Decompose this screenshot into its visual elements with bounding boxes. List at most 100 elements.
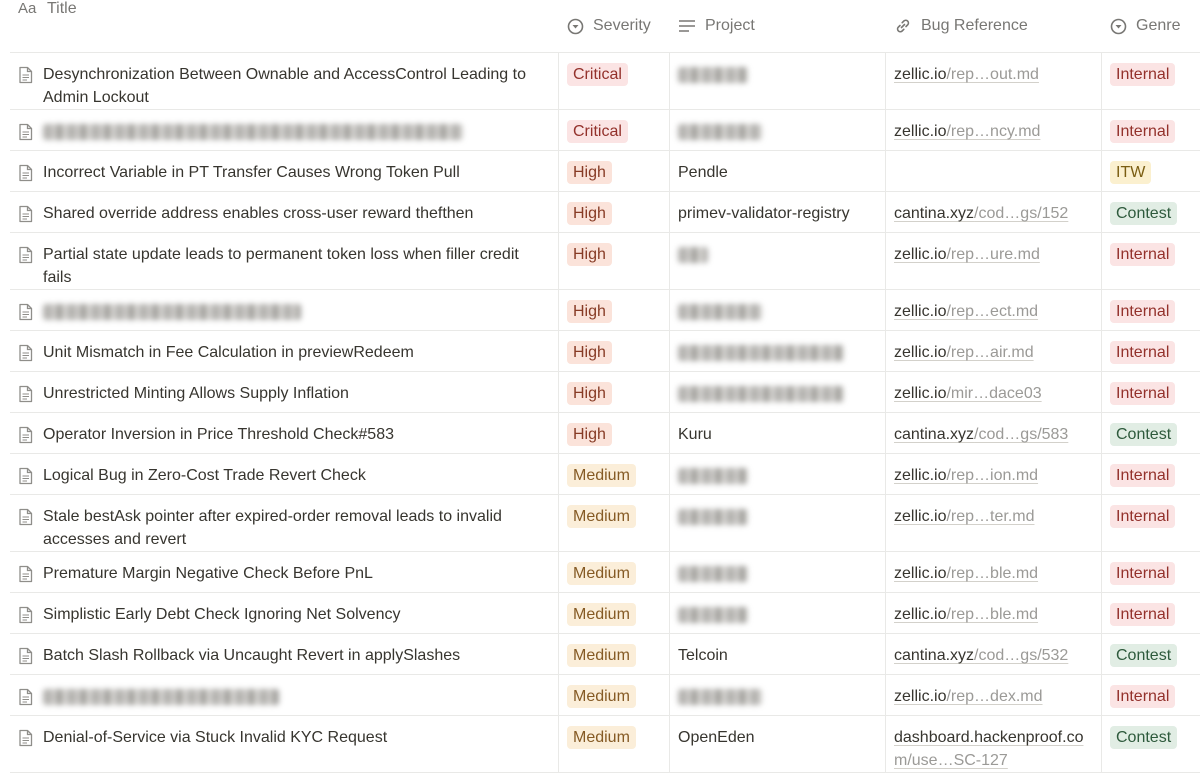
row-title[interactable]: Partial state update leads to permanent … — [43, 243, 550, 289]
bug-reference-cell[interactable]: cantina.xyz/cod…gs/583 — [886, 413, 1102, 453]
column-header-severity[interactable]: Severity — [559, 0, 670, 52]
bug-reference-link[interactable]: zellic.io/rep…ion.md — [894, 467, 1038, 484]
genre-cell[interactable]: ITW — [1102, 151, 1200, 191]
title-cell[interactable]: Unrestricted Minting Allows Supply Infla… — [10, 372, 559, 412]
table-row[interactable]: High zellic.io/rep…ect.md Internal — [10, 290, 1200, 331]
severity-cell[interactable]: Medium — [559, 593, 670, 633]
table-row[interactable]: Logical Bug in Zero-Cost Trade Revert Ch… — [10, 454, 1200, 495]
genre-cell[interactable]: Internal — [1102, 290, 1200, 330]
bug-reference-cell[interactable]: cantina.xyz/cod…gs/532 — [886, 634, 1102, 674]
severity-cell[interactable]: Critical — [559, 110, 670, 150]
row-title[interactable]: Stale bestAsk pointer after expired-orde… — [43, 505, 550, 551]
genre-cell[interactable]: Internal — [1102, 454, 1200, 494]
row-title[interactable]: Desynchronization Between Ownable and Ac… — [43, 63, 550, 109]
genre-cell[interactable]: Internal — [1102, 552, 1200, 592]
row-title[interactable]: Unit Mismatch in Fee Calculation in prev… — [43, 341, 414, 364]
column-header-genre[interactable]: Genre — [1102, 0, 1200, 52]
bug-reference-link[interactable]: zellic.io/rep…ncy.md — [894, 123, 1040, 140]
title-cell[interactable]: Batch Slash Rollback via Uncaught Revert… — [10, 634, 559, 674]
genre-cell[interactable]: Internal — [1102, 110, 1200, 150]
project-cell[interactable]: Kuru — [670, 413, 886, 453]
bug-reference-cell[interactable]: zellic.io/mir…dace03 — [886, 372, 1102, 412]
severity-cell[interactable]: High — [559, 233, 670, 289]
bug-reference-cell[interactable]: zellic.io/rep…ect.md — [886, 290, 1102, 330]
project-cell[interactable] — [670, 675, 886, 715]
project-cell[interactable] — [670, 110, 886, 150]
bug-reference-link[interactable]: cantina.xyz/cod…gs/583 — [894, 426, 1068, 443]
project-cell[interactable] — [670, 372, 886, 412]
bug-reference-link[interactable]: zellic.io/rep…out.md — [894, 66, 1039, 83]
bug-reference-link[interactable]: zellic.io/rep…ure.md — [894, 246, 1040, 263]
table-row[interactable]: Premature Margin Negative Check Before P… — [10, 552, 1200, 593]
severity-cell[interactable]: High — [559, 192, 670, 232]
genre-cell[interactable]: Internal — [1102, 675, 1200, 715]
project-cell[interactable]: OpenEden — [670, 716, 886, 772]
severity-cell[interactable]: Medium — [559, 495, 670, 551]
bug-reference-link[interactable]: zellic.io/rep…dex.md — [894, 688, 1043, 705]
bug-reference-cell[interactable]: zellic.io/rep…dex.md — [886, 675, 1102, 715]
severity-cell[interactable]: High — [559, 331, 670, 371]
project-cell[interactable]: Pendle — [670, 151, 886, 191]
bug-reference-cell[interactable]: zellic.io/rep…ble.md — [886, 593, 1102, 633]
project-cell[interactable] — [670, 331, 886, 371]
genre-cell[interactable]: Internal — [1102, 331, 1200, 371]
table-row[interactable]: Simplistic Early Debt Check Ignoring Net… — [10, 593, 1200, 634]
bug-reference-link[interactable]: cantina.xyz/cod…gs/152 — [894, 205, 1068, 222]
project-cell[interactable] — [670, 53, 886, 109]
project-cell[interactable] — [670, 552, 886, 592]
bug-reference-link[interactable]: zellic.io/rep…ble.md — [894, 565, 1038, 582]
row-title[interactable]: Operator Inversion in Price Threshold Ch… — [43, 423, 394, 446]
table-row[interactable]: Critical zellic.io/rep…ncy.md Internal — [10, 110, 1200, 151]
genre-cell[interactable]: Internal — [1102, 495, 1200, 551]
bug-reference-link[interactable]: zellic.io/mir…dace03 — [894, 385, 1042, 402]
title-cell[interactable]: Stale bestAsk pointer after expired-orde… — [10, 495, 559, 551]
genre-cell[interactable]: Contest — [1102, 192, 1200, 232]
column-header-bug-reference[interactable]: Bug Reference — [886, 0, 1102, 52]
severity-cell[interactable]: Medium — [559, 454, 670, 494]
project-cell[interactable] — [670, 495, 886, 551]
table-row[interactable]: Denial-of-Service via Stuck Invalid KYC … — [10, 716, 1200, 773]
title-cell[interactable]: Simplistic Early Debt Check Ignoring Net… — [10, 593, 559, 633]
row-title[interactable]: Batch Slash Rollback via Uncaught Revert… — [43, 644, 460, 667]
title-cell[interactable]: Premature Margin Negative Check Before P… — [10, 552, 559, 592]
bug-reference-link[interactable]: zellic.io/rep…ter.md — [894, 508, 1035, 525]
table-row[interactable]: Medium zellic.io/rep…dex.md Internal — [10, 675, 1200, 716]
bug-reference-cell[interactable]: zellic.io/rep…out.md — [886, 53, 1102, 109]
severity-cell[interactable]: High — [559, 151, 670, 191]
title-cell[interactable] — [10, 675, 559, 715]
genre-cell[interactable]: Contest — [1102, 634, 1200, 674]
title-cell[interactable] — [10, 110, 559, 150]
row-title[interactable]: Denial-of-Service via Stuck Invalid KYC … — [43, 726, 387, 749]
bug-reference-link[interactable]: cantina.xyz/cod…gs/532 — [894, 647, 1068, 664]
severity-cell[interactable]: Medium — [559, 634, 670, 674]
title-cell[interactable]: Unit Mismatch in Fee Calculation in prev… — [10, 331, 559, 371]
table-row[interactable]: Shared override address enables cross-us… — [10, 192, 1200, 233]
table-row[interactable]: Desynchronization Between Ownable and Ac… — [10, 53, 1200, 110]
severity-cell[interactable]: Medium — [559, 716, 670, 772]
genre-cell[interactable]: Internal — [1102, 593, 1200, 633]
title-cell[interactable]: Incorrect Variable in PT Transfer Causes… — [10, 151, 559, 191]
title-cell[interactable] — [10, 290, 559, 330]
title-cell[interactable]: Logical Bug in Zero-Cost Trade Revert Ch… — [10, 454, 559, 494]
row-title[interactable]: Incorrect Variable in PT Transfer Causes… — [43, 161, 460, 184]
table-row[interactable]: Operator Inversion in Price Threshold Ch… — [10, 413, 1200, 454]
column-header-project[interactable]: Project — [670, 0, 886, 52]
title-cell[interactable]: Desynchronization Between Ownable and Ac… — [10, 53, 559, 109]
severity-cell[interactable]: Critical — [559, 53, 670, 109]
project-cell[interactable]: primev-validator-registry — [670, 192, 886, 232]
genre-cell[interactable]: Internal — [1102, 233, 1200, 289]
genre-cell[interactable]: Internal — [1102, 53, 1200, 109]
project-cell[interactable] — [670, 454, 886, 494]
bug-reference-link[interactable]: zellic.io/rep…ect.md — [894, 303, 1038, 320]
bug-reference-link[interactable]: zellic.io/rep…ble.md — [894, 606, 1038, 623]
severity-cell[interactable]: Medium — [559, 675, 670, 715]
table-row[interactable]: Stale bestAsk pointer after expired-orde… — [10, 495, 1200, 552]
genre-cell[interactable]: Internal — [1102, 372, 1200, 412]
project-cell[interactable] — [670, 233, 886, 289]
bug-reference-link[interactable]: zellic.io/rep…air.md — [894, 344, 1034, 361]
bug-reference-cell[interactable]: zellic.io/rep…air.md — [886, 331, 1102, 371]
severity-cell[interactable]: High — [559, 413, 670, 453]
severity-cell[interactable]: High — [559, 290, 670, 330]
bug-reference-link[interactable]: dashboard.hackenproof.co m/use…SC-127 — [894, 729, 1083, 769]
genre-cell[interactable]: Contest — [1102, 413, 1200, 453]
